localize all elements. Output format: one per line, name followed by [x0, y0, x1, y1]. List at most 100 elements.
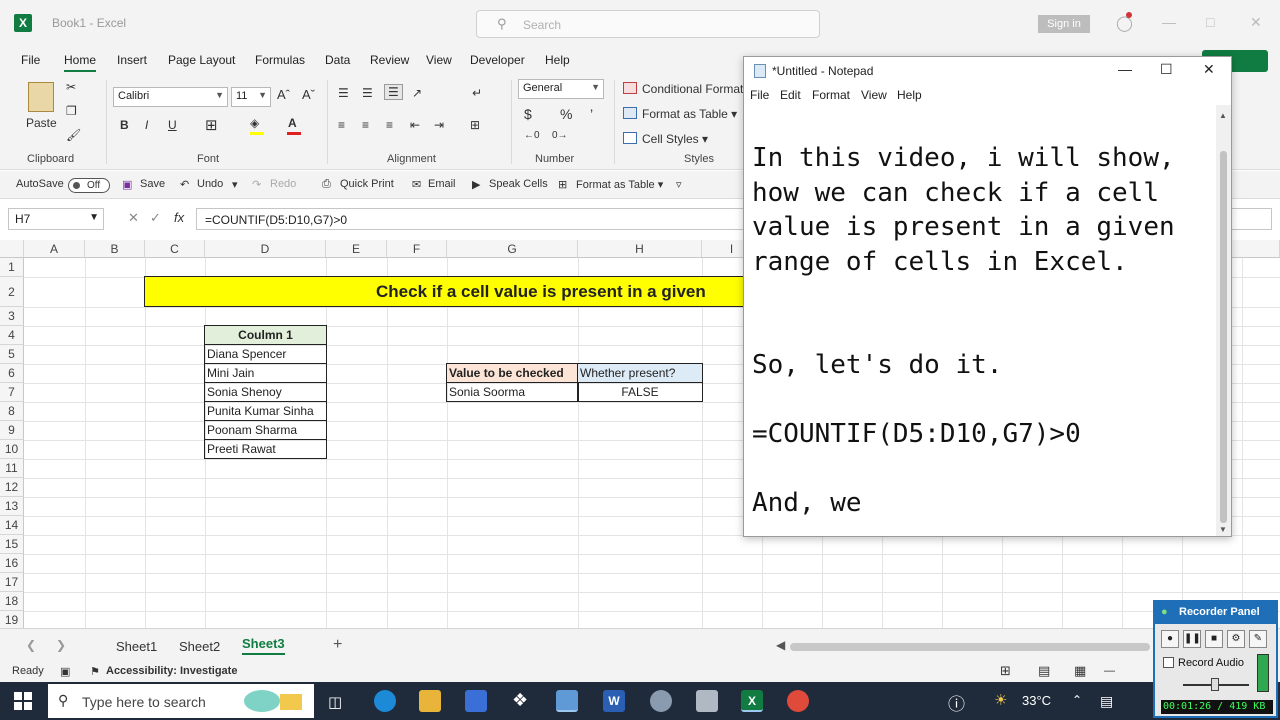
autosave-toggle[interactable]: Off [68, 178, 110, 193]
excel-taskbar-icon[interactable]: X [741, 690, 763, 712]
settings-button[interactable]: ⚙ [1227, 630, 1245, 648]
speak-cells-button[interactable]: Speak Cells [489, 178, 548, 190]
page-layout-view-icon[interactable]: ▤ [1038, 663, 1050, 679]
list-item-cell[interactable]: Poonam Sharma [204, 420, 327, 440]
row-header[interactable]: 15 [0, 535, 24, 554]
font-name-select[interactable]: Calibri ▼ [113, 87, 228, 107]
sheet-tab-active[interactable]: Sheet3 [242, 636, 285, 655]
column-header[interactable]: B [85, 240, 145, 258]
sheet-tab[interactable]: Sheet2 [179, 639, 220, 654]
column-header[interactable]: H [578, 240, 702, 258]
decrease-indent-icon[interactable]: ⇤ [410, 118, 420, 132]
notepad-text-area[interactable]: In this video, i will show, how we can ch… [752, 141, 1214, 521]
maximize-icon[interactable]: □ [1206, 14, 1214, 30]
italic-icon[interactable]: I [145, 118, 148, 132]
row-header[interactable]: 3 [0, 307, 24, 326]
name-box[interactable]: H7 ▼ [8, 208, 104, 230]
row-header[interactable]: 6 [0, 364, 24, 383]
insert-function-icon[interactable]: fx [174, 210, 184, 225]
tab-data[interactable]: Data [325, 53, 350, 67]
select-all-corner[interactable] [0, 240, 24, 258]
notepad-taskbar-icon[interactable] [556, 690, 578, 712]
task-view-icon[interactable]: ◫ [328, 693, 342, 711]
number-format-select[interactable]: General ▼ [518, 79, 604, 99]
chrome-icon[interactable] [787, 690, 809, 712]
column-header[interactable]: F [387, 240, 447, 258]
row-header[interactable]: 7 [0, 383, 24, 402]
scroll-down-icon[interactable]: ▼ [1219, 525, 1227, 534]
minimize-icon[interactable]: — [1118, 61, 1132, 77]
weather-temp[interactable]: 33°C [1022, 693, 1051, 708]
orientation-icon[interactable]: ↗ [412, 86, 422, 100]
row-header[interactable]: 12 [0, 478, 24, 497]
add-sheet-icon[interactable]: + [333, 636, 342, 654]
printer-icon[interactable] [696, 690, 718, 712]
decrease-font-icon[interactable]: Aˇ [302, 87, 315, 102]
network-icon[interactable]: ▤ [1100, 693, 1113, 710]
column-header[interactable]: G [447, 240, 578, 258]
underline-icon[interactable]: U [168, 118, 177, 132]
row-header[interactable]: 18 [0, 592, 24, 611]
horizontal-scrollbar[interactable] [790, 643, 1150, 651]
column-header[interactable]: E [326, 240, 387, 258]
list-item-cell[interactable]: Diana Spencer [204, 344, 327, 364]
prev-sheet-icon[interactable]: ❮ [26, 638, 36, 652]
percent-icon[interactable]: % [560, 106, 572, 122]
scroll-left-icon[interactable]: ◀ [776, 638, 785, 652]
normal-view-icon[interactable]: ⊞ [1000, 663, 1011, 679]
font-size-select[interactable]: 11 ▼ [231, 87, 271, 107]
cancel-icon[interactable]: ✕ [128, 210, 139, 226]
format-as-table-qat-button[interactable]: Format as Table ▾ [576, 178, 663, 191]
whether-present-result-cell[interactable]: FALSE [577, 382, 703, 402]
notepad-vertical-scrollbar[interactable]: ▲ ▼ [1216, 105, 1231, 536]
paste-label[interactable]: Paste [26, 116, 57, 130]
cut-icon[interactable]: ✂ [66, 80, 76, 94]
search-box[interactable]: ⚲ Search [476, 10, 820, 38]
minimize-icon[interactable]: — [1162, 14, 1176, 30]
accessibility-status[interactable]: Accessibility: Investigate [106, 665, 237, 677]
value-to-check-cell[interactable]: Sonia Soorma [446, 382, 579, 402]
email-button[interactable]: Email [428, 178, 456, 190]
pause-button[interactable]: ❚❚ [1183, 630, 1201, 648]
store-icon[interactable] [465, 690, 487, 712]
increase-font-icon[interactable]: Aˆ [277, 87, 290, 102]
notepad-menu-file[interactable]: File [750, 88, 769, 102]
tab-home[interactable]: Home [64, 53, 97, 72]
paste-icon[interactable] [28, 82, 54, 112]
row-header[interactable]: 2 [0, 277, 24, 307]
list-header-cell[interactable]: Coulmn 1 [204, 325, 327, 345]
tab-developer[interactable]: Developer [470, 53, 525, 67]
value-to-check-header[interactable]: Value to be checked [446, 363, 579, 383]
copy-icon[interactable]: ❐ [66, 104, 77, 118]
quick-print-button[interactable]: Quick Print [340, 178, 394, 190]
align-right-icon[interactable]: ≡ [386, 118, 393, 132]
list-item-cell[interactable]: Preeti Rawat [204, 439, 327, 459]
scroll-thumb[interactable] [1220, 151, 1227, 523]
column-header[interactable]: D [205, 240, 326, 258]
align-left-icon[interactable]: ≡ [338, 118, 345, 132]
sheet-tab[interactable]: Sheet1 [116, 639, 157, 654]
align-top-icon[interactable]: ☰ [338, 86, 349, 100]
whether-present-header[interactable]: Whether present? [577, 363, 703, 383]
email-icon[interactable]: ✉ [412, 178, 421, 191]
align-center-icon[interactable]: ≡ [362, 118, 369, 132]
notepad-menu-format[interactable]: Format [812, 88, 850, 102]
tab-formulas[interactable]: Formulas [255, 53, 305, 67]
format-painter-icon[interactable]: 🖌 [66, 128, 81, 142]
notepad-menu-view[interactable]: View [861, 88, 887, 102]
row-header[interactable]: 14 [0, 516, 24, 535]
row-header[interactable]: 13 [0, 497, 24, 516]
bold-icon[interactable]: B [120, 118, 129, 132]
undo-icon[interactable]: ↶ [180, 178, 189, 191]
tab-insert[interactable]: Insert [117, 53, 147, 67]
undo-button[interactable]: Undo [197, 178, 223, 190]
row-header[interactable]: 19 [0, 611, 24, 628]
row-header[interactable]: 16 [0, 554, 24, 573]
list-item-cell[interactable]: Punita Kumar Sinha [204, 401, 327, 421]
notepad-menu-help[interactable]: Help [897, 88, 922, 102]
comma-icon[interactable]: ’ [590, 106, 593, 122]
stop-button[interactable]: ■ [1205, 630, 1223, 648]
increase-decimal-icon[interactable]: ←0 [524, 130, 540, 141]
align-middle-icon[interactable]: ☰ [362, 86, 373, 100]
close-icon[interactable]: ✕ [1203, 61, 1215, 78]
